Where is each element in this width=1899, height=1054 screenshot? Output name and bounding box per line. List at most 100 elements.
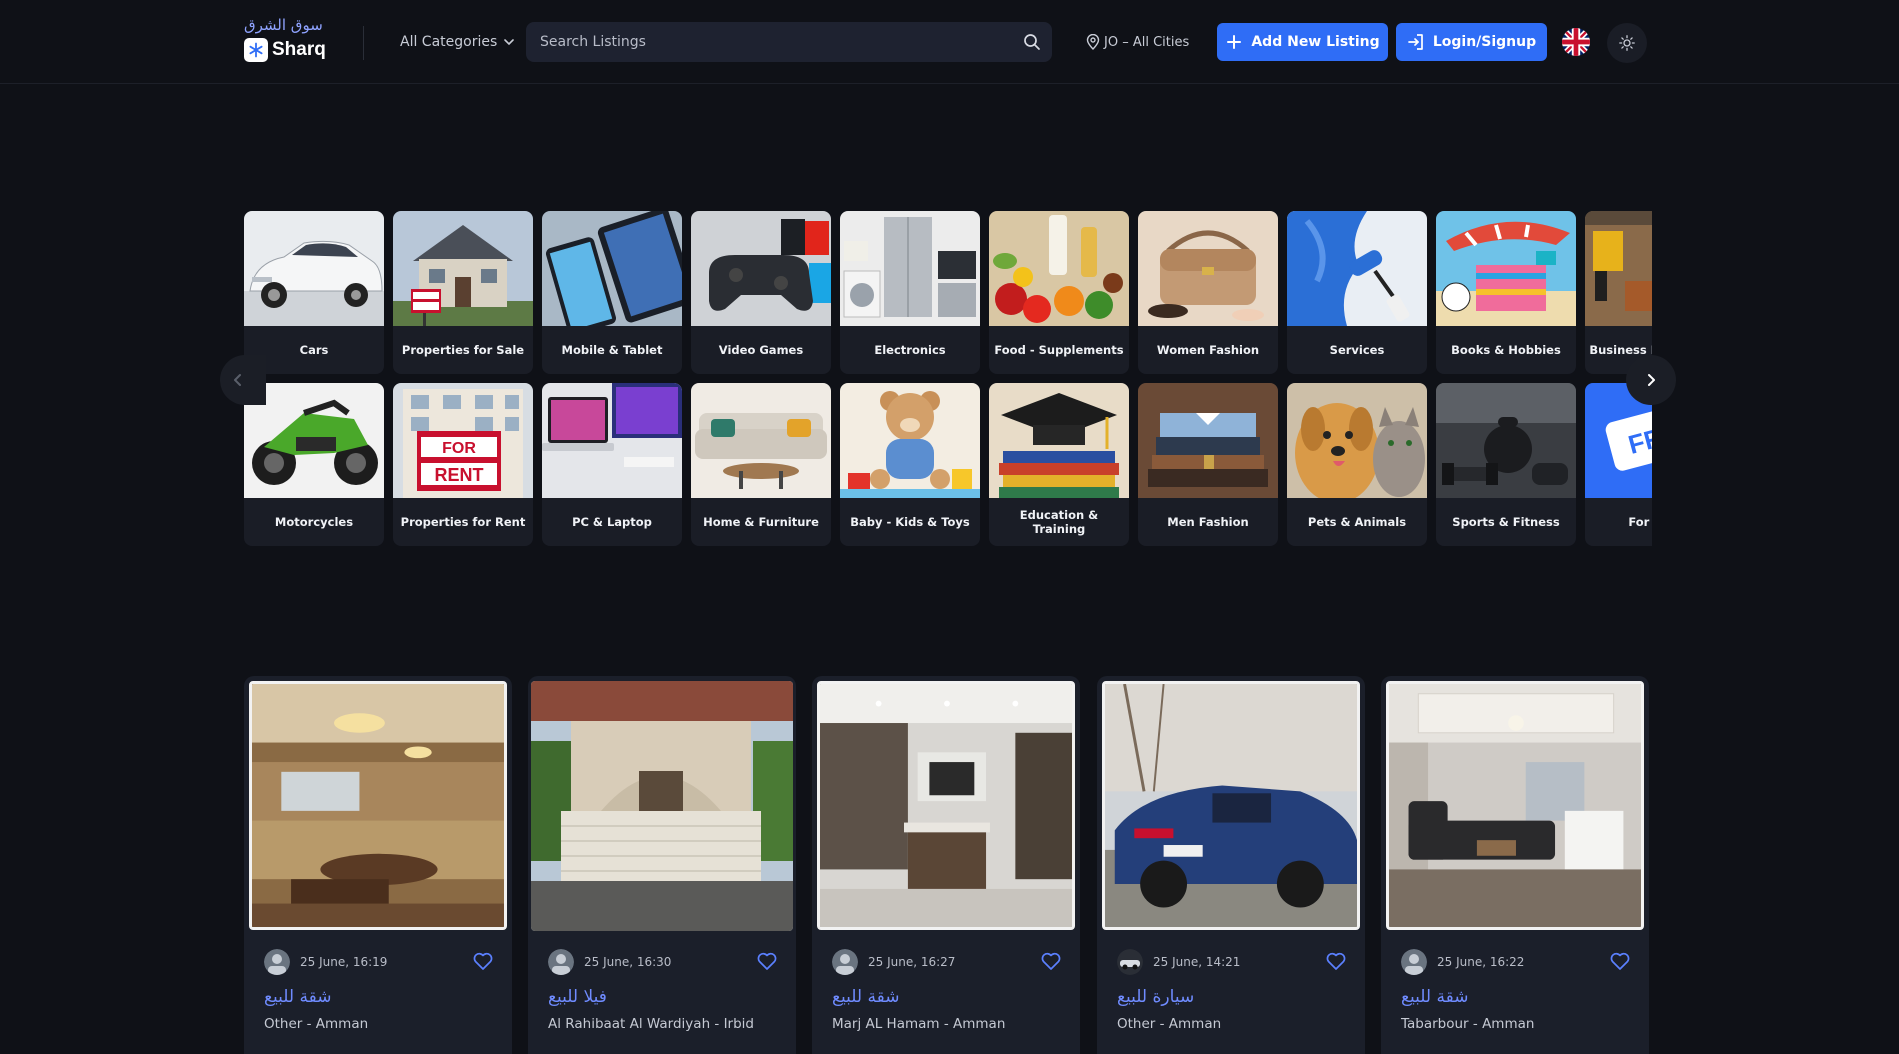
favorite-heart-icon[interactable] <box>1040 950 1062 972</box>
login-icon <box>1407 34 1423 50</box>
category-properties-for-sale[interactable]: Properties for Sale <box>393 211 533 374</box>
category-motorcycles[interactable]: Motorcycles <box>244 383 384 546</box>
category-education-training[interactable]: Education & Training <box>989 383 1129 546</box>
location-label: JO – All Cities <box>1104 34 1190 50</box>
chevron-down-icon <box>504 39 515 46</box>
sofa-image <box>691 383 831 498</box>
category-label: Home & Furniture <box>703 514 819 529</box>
category-baby-kids-toys[interactable]: Baby - Kids & Toys <box>840 383 980 546</box>
category-video-games[interactable]: Video Games <box>691 211 831 374</box>
category-label: Men Fashion <box>1167 514 1249 529</box>
location-selector[interactable]: JO – All Cities <box>1086 30 1189 54</box>
sun-icon <box>1619 35 1635 51</box>
listing-card[interactable]: 25 June, 16:19 شقة للبيع Other - Amman <box>244 676 512 1054</box>
add-new-listing-button[interactable]: Add New Listing <box>1217 23 1388 61</box>
category-carousel: Cars Properties for Sale Mobile & Tablet… <box>244 211 1652 548</box>
listing-date: 25 June, 16:27 <box>868 955 956 969</box>
avatar <box>548 949 574 975</box>
listing-card[interactable]: 25 June, 16:27 شقة للبيع Marj AL Hamam -… <box>812 676 1080 1054</box>
category-books-hobbies[interactable]: Books & Hobbies <box>1436 211 1576 374</box>
logo-english-text: Sharq <box>272 39 326 60</box>
top-header: سوق الشرق Sharq All Categories JO – All … <box>0 0 1899 84</box>
listing-photo <box>531 681 793 931</box>
category-label: Motorcycles <box>274 514 354 529</box>
listing-photo <box>1386 681 1644 930</box>
category-cars[interactable]: Cars <box>244 211 384 374</box>
category-services[interactable]: Services <box>1287 211 1427 374</box>
paint-roller-image <box>1287 211 1427 326</box>
category-label: Books & Hobbies <box>1451 342 1561 357</box>
category-label: Women Fashion <box>1156 342 1260 357</box>
listing-location: Other - Amman <box>264 1016 369 1032</box>
category-pc-laptop[interactable]: PC & Laptop <box>542 383 682 546</box>
category-food-supplements[interactable]: Food - Supplements <box>989 211 1129 374</box>
phone-image <box>542 211 682 326</box>
category-label: Properties for Sale <box>401 342 525 357</box>
food-image <box>989 211 1129 326</box>
handbag-image <box>1138 211 1278 326</box>
listing-date: 25 June, 16:30 <box>584 955 672 969</box>
listing-meta: 25 June, 16:27 <box>832 948 955 976</box>
favorite-heart-icon[interactable] <box>756 950 778 972</box>
listing-card[interactable]: 25 June, 14:21 سيارة للبيع Other - Amman <box>1097 676 1365 1054</box>
dumbbell-image <box>1436 383 1576 498</box>
search-icon[interactable] <box>1012 22 1052 62</box>
site-logo[interactable]: سوق الشرق Sharq <box>244 16 334 66</box>
category-for-free[interactable]: FR For Free <box>1585 383 1652 546</box>
category-home-furniture[interactable]: Home & Furniture <box>691 383 831 546</box>
all-categories-dropdown[interactable]: All Categories <box>400 30 515 54</box>
category-label: Baby - Kids & Toys <box>850 514 970 529</box>
carousel-prev-button[interactable] <box>220 355 266 405</box>
category-business-equipment[interactable]: Business Equipment <box>1585 211 1652 374</box>
beach-image <box>1436 211 1576 326</box>
teddy-image <box>840 383 980 498</box>
add-new-listing-label: Add New Listing <box>1251 34 1380 50</box>
category-properties-for-rent[interactable]: FOR RENT Properties for Rent <box>393 383 533 546</box>
category-label: For Free <box>1628 514 1652 529</box>
avatar <box>264 949 290 975</box>
car-image <box>244 211 384 326</box>
all-categories-label: All Categories <box>400 34 498 50</box>
category-pets-animals[interactable]: Pets & Animals <box>1287 383 1427 546</box>
appliances-image <box>840 211 980 326</box>
category-label: Food - Supplements <box>994 342 1124 357</box>
carousel-next-button[interactable] <box>1626 355 1676 405</box>
search-input[interactable] <box>526 22 1012 62</box>
rent-building-image: FOR RENT <box>393 383 533 498</box>
location-pin-icon <box>1086 34 1100 50</box>
logo-arabic-text: سوق الشرق <box>244 16 323 34</box>
search-bar <box>526 22 1052 62</box>
category-label: Services <box>1329 342 1385 357</box>
favorite-heart-icon[interactable] <box>1609 950 1631 972</box>
tools-image <box>1585 211 1652 326</box>
category-men-fashion[interactable]: Men Fashion <box>1138 383 1278 546</box>
listing-card[interactable]: 25 June, 16:30 فيلا للبيع Al Rahibaat Al… <box>528 676 796 1054</box>
listing-title[interactable]: شقة للبيع <box>264 987 331 1007</box>
listing-title[interactable]: شقة للبيع <box>1401 987 1468 1007</box>
listing-date: 25 June, 14:21 <box>1153 955 1241 969</box>
category-sports-fitness[interactable]: Sports & Fitness <box>1436 383 1576 546</box>
category-mobile-tablet[interactable]: Mobile & Tablet <box>542 211 682 374</box>
listing-meta: 25 June, 16:30 <box>548 948 671 976</box>
login-signup-label: Login/Signup <box>1432 34 1537 50</box>
svg-text:FOR: FOR <box>442 440 476 457</box>
plus-icon <box>1227 35 1242 49</box>
category-electronics[interactable]: Electronics <box>840 211 980 374</box>
listing-title[interactable]: فيلا للبيع <box>548 987 607 1007</box>
svg-text:RENT: RENT <box>435 465 484 485</box>
listing-title[interactable]: سيارة للبيع <box>1117 987 1194 1007</box>
listing-date: 25 June, 16:19 <box>300 955 388 969</box>
favorite-heart-icon[interactable] <box>1325 950 1347 972</box>
theme-toggle-button[interactable] <box>1607 23 1647 63</box>
listing-card[interactable]: 25 June, 16:22 شقة للبيع Tabarbour - Amm… <box>1381 676 1649 1054</box>
category-women-fashion[interactable]: Women Fashion <box>1138 211 1278 374</box>
favorite-heart-icon[interactable] <box>472 950 494 972</box>
avatar <box>832 949 858 975</box>
listing-meta: 25 June, 14:21 <box>1117 948 1240 976</box>
avatar <box>1117 949 1143 975</box>
listing-location: Al Rahibaat Al Wardiyah - Irbid <box>548 1016 755 1032</box>
category-label: PC & Laptop <box>572 514 652 529</box>
listing-title[interactable]: شقة للبيع <box>832 987 899 1007</box>
uk-flag-icon[interactable] <box>1562 28 1590 56</box>
login-signup-button[interactable]: Login/Signup <box>1396 23 1547 61</box>
